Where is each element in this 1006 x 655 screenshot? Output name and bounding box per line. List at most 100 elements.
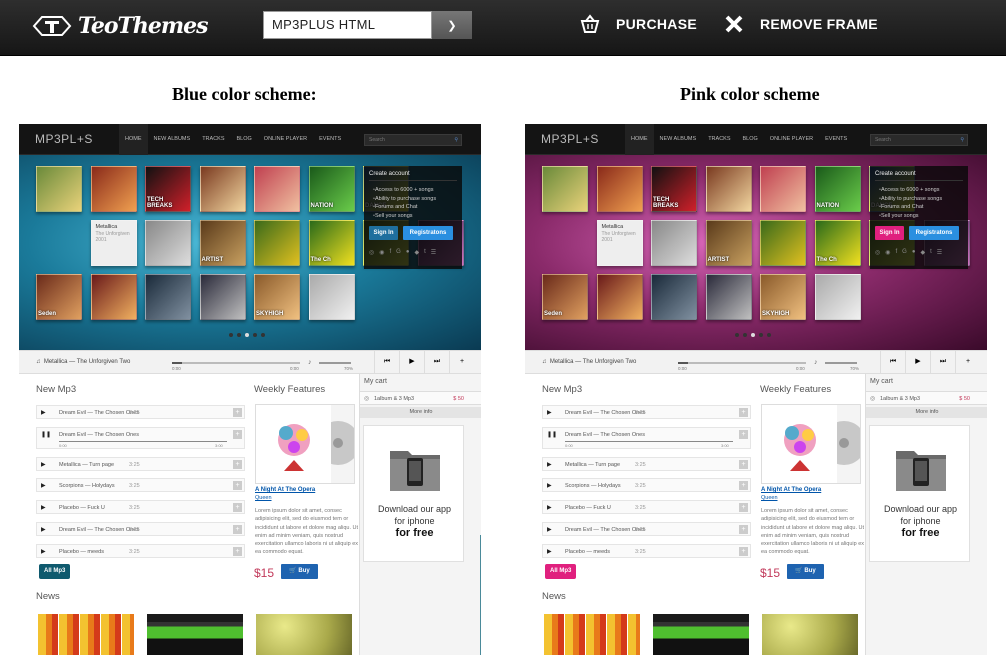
next-icon[interactable]: ⏭ bbox=[930, 351, 955, 373]
song-row[interactable]: ❚❚ Dream Evil — The Chosen Ones +0:00 3:00 bbox=[542, 426, 751, 449]
nav-events[interactable]: EVENTS bbox=[313, 124, 347, 155]
chevron-down-icon[interactable]: ❯ bbox=[432, 11, 472, 39]
slider-dot[interactable] bbox=[237, 333, 241, 337]
song-row[interactable]: ▶ Placebo — Fuck U 3:25 + bbox=[542, 500, 751, 515]
song-row[interactable]: ▶ Placebo — meeds 3:25 + bbox=[36, 543, 245, 558]
slider-dot-active[interactable] bbox=[751, 333, 755, 337]
play-icon[interactable]: ▶ bbox=[547, 504, 552, 511]
rss-icon[interactable]: ◎ bbox=[875, 249, 880, 256]
news-thumbnail[interactable] bbox=[256, 614, 352, 655]
album-tile[interactable] bbox=[651, 274, 697, 320]
progress-bar[interactable] bbox=[172, 362, 300, 364]
download-app-promo[interactable]: Download our app for iphone for free bbox=[869, 425, 970, 562]
add-song-icon[interactable]: + bbox=[739, 408, 748, 417]
news-thumbnail[interactable] bbox=[147, 614, 243, 655]
site-logo[interactable]: MP3PL+S bbox=[35, 132, 93, 146]
facebook-icon[interactable]: f bbox=[390, 249, 392, 256]
album-tile[interactable]: The Ch bbox=[308, 220, 355, 266]
album-tile[interactable]: TECH BREAKS bbox=[145, 166, 191, 212]
volume-slider[interactable] bbox=[319, 362, 351, 364]
album-tile[interactable]: SKYHIGH bbox=[760, 274, 806, 320]
pause-icon[interactable]: ❚❚ bbox=[41, 431, 51, 438]
album-tile[interactable] bbox=[199, 274, 246, 320]
add-song-icon[interactable]: + bbox=[233, 524, 242, 534]
search-icon[interactable]: ⚲ bbox=[960, 137, 964, 143]
song-row[interactable]: ▶ Dream Evil — The Chosen Ones 3:25 + bbox=[36, 405, 245, 419]
flickr-icon[interactable]: ● bbox=[912, 249, 916, 256]
slider-dot[interactable] bbox=[261, 333, 265, 337]
album-tile[interactable]: NATION bbox=[308, 166, 355, 212]
nav-new-albums[interactable]: NEW ALBUMS bbox=[148, 124, 197, 155]
sign-in-button[interactable]: Sign In bbox=[875, 226, 904, 240]
album-tile[interactable]: TECH BREAKS bbox=[651, 166, 697, 212]
news-thumbnail[interactable] bbox=[762, 614, 858, 655]
cart-summary-row[interactable]: ◎ 1album & 3 Mp3 $ 50 bbox=[360, 391, 481, 405]
nav-home[interactable]: HOME bbox=[625, 124, 654, 155]
album-tile[interactable]: NATION bbox=[814, 166, 861, 212]
register-button[interactable]: Registratons bbox=[909, 226, 959, 240]
album-tile[interactable] bbox=[814, 274, 861, 320]
slider-dot[interactable] bbox=[759, 333, 763, 337]
google-icon[interactable]: G bbox=[396, 249, 401, 256]
vimeo-icon[interactable]: ◆ bbox=[920, 249, 925, 256]
song-row[interactable]: ▶ Scorpions — Holydays 3:25 + bbox=[542, 478, 751, 493]
nav-new-albums[interactable]: NEW ALBUMS bbox=[654, 124, 703, 155]
album-tile[interactable] bbox=[145, 274, 191, 320]
vimeo-icon[interactable]: ◆ bbox=[414, 249, 419, 256]
register-button[interactable]: Registratons bbox=[403, 226, 453, 240]
album-tile[interactable] bbox=[199, 166, 246, 212]
news-thumbnail[interactable] bbox=[544, 614, 640, 655]
nav-online-player[interactable]: ONLINE PLAYER bbox=[258, 124, 313, 155]
nav-online-player[interactable]: ONLINE PLAYER bbox=[764, 124, 819, 155]
search-icon[interactable]: ⚲ bbox=[454, 137, 458, 143]
sign-in-button[interactable]: Sign In bbox=[369, 226, 398, 240]
album-tile[interactable] bbox=[254, 166, 300, 212]
all-mp3-button[interactable]: All Mp3 bbox=[39, 564, 71, 579]
more-info-button[interactable]: More info bbox=[866, 407, 987, 418]
album-tile[interactable] bbox=[308, 274, 355, 320]
play-icon[interactable]: ▶ bbox=[905, 351, 930, 373]
album-title-link[interactable]: A Night At The Opera bbox=[255, 487, 315, 493]
add-song-icon[interactable]: + bbox=[233, 481, 242, 491]
album-tile[interactable]: The Ch bbox=[814, 220, 861, 266]
album-tile[interactable] bbox=[36, 166, 82, 212]
playlist-add-icon[interactable]: + bbox=[449, 351, 474, 373]
volume-icon[interactable]: ♪ bbox=[814, 359, 818, 366]
nav-tracks[interactable]: TRACKS bbox=[196, 124, 230, 155]
previous-icon[interactable]: ⏮ bbox=[880, 351, 905, 373]
site-search-input[interactable]: Search ⚲ bbox=[364, 134, 462, 146]
slider-dot[interactable] bbox=[735, 333, 739, 337]
song-row[interactable]: ▶ Dream Evil — The Chosen Ones 3:25 + bbox=[36, 521, 245, 536]
album-tile[interactable]: ARTIST bbox=[705, 220, 752, 266]
album-tile[interactable] bbox=[596, 274, 643, 320]
add-song-icon[interactable]: + bbox=[233, 503, 242, 513]
play-icon[interactable]: ▶ bbox=[399, 351, 424, 373]
theme-select[interactable]: MP3PLUS HTML ❯ bbox=[263, 11, 472, 39]
twitter-icon[interactable]: t bbox=[424, 249, 426, 256]
flickr-icon[interactable]: ● bbox=[406, 249, 410, 256]
progress-bar[interactable] bbox=[678, 362, 806, 364]
album-tile[interactable] bbox=[596, 166, 643, 212]
song-row[interactable]: ▶ Scorpions — Holydays 3:25 + bbox=[36, 478, 245, 493]
slider-dot[interactable] bbox=[767, 333, 771, 337]
menu-icon[interactable]: ☰ bbox=[431, 249, 436, 256]
album-tile[interactable] bbox=[254, 220, 300, 266]
nav-blog[interactable]: BLOG bbox=[737, 124, 764, 155]
rss-icon[interactable]: ◎ bbox=[369, 249, 374, 256]
song-row[interactable]: ▶ Metallica — Turn page 3:25 + bbox=[36, 456, 245, 471]
album-tile[interactable] bbox=[145, 220, 191, 266]
song-progress[interactable] bbox=[59, 440, 227, 443]
more-info-button[interactable]: More info bbox=[360, 407, 481, 418]
theme-select-value[interactable]: MP3PLUS HTML bbox=[263, 11, 432, 39]
google-icon[interactable]: G bbox=[902, 249, 907, 256]
play-icon[interactable]: ▶ bbox=[41, 409, 46, 416]
buy-button[interactable]: 🛒 Buy bbox=[281, 564, 318, 579]
twitter-icon[interactable]: t bbox=[930, 249, 932, 256]
album-tile[interactable] bbox=[90, 166, 137, 212]
purchase-button[interactable]: PURCHASE bbox=[580, 14, 697, 34]
song-row[interactable]: ❚❚ Dream Evil — The Chosen Ones +0:00 3:00 bbox=[36, 426, 245, 449]
site-search-input[interactable]: Search ⚲ bbox=[870, 134, 968, 146]
playlist-add-icon[interactable]: + bbox=[955, 351, 980, 373]
play-icon[interactable]: ▶ bbox=[41, 548, 46, 555]
now-playing-info-tile[interactable]: Metallica The Unforgiven 2001 bbox=[90, 220, 137, 266]
